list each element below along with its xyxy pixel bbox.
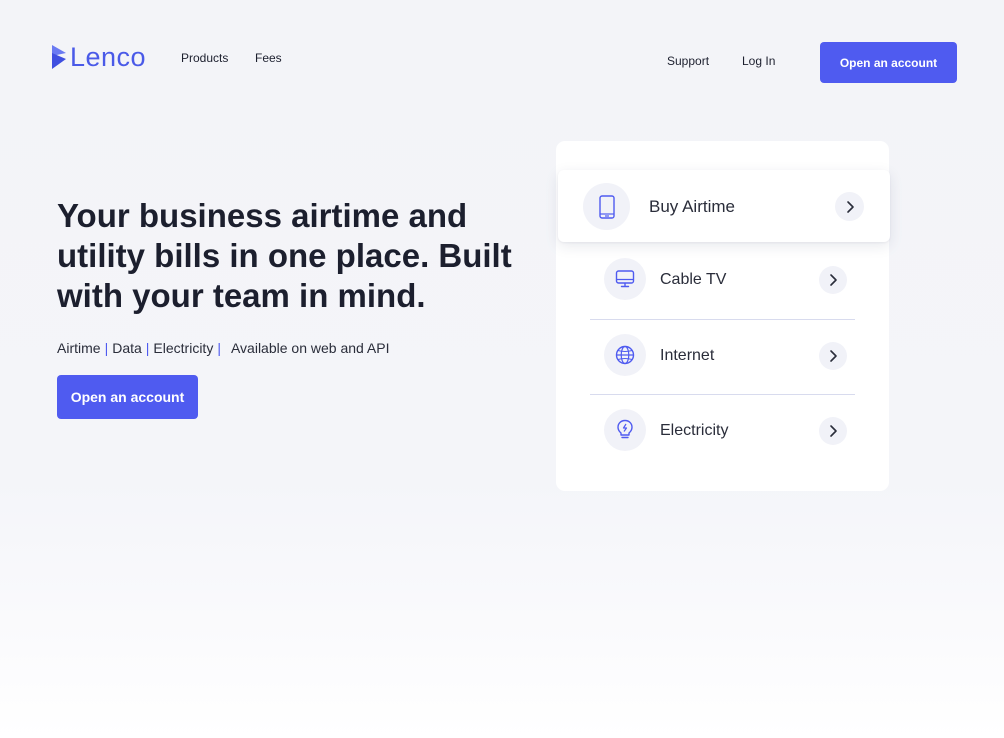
- phone-icon-wrapper: [583, 183, 630, 230]
- nav-fees-link[interactable]: Fees: [255, 51, 282, 65]
- service-label: Internet: [660, 347, 715, 364]
- service-item-buy-airtime[interactable]: Buy Airtime: [558, 170, 890, 242]
- feature-separator: |: [145, 340, 150, 356]
- availability-text: Available on web and API: [230, 340, 390, 356]
- service-item-cable-tv[interactable]: Cable TV: [590, 251, 855, 309]
- nav-products-link[interactable]: Products: [181, 51, 228, 65]
- monitor-icon: [615, 270, 635, 288]
- chevron-right-icon[interactable]: [819, 342, 847, 370]
- nav-support-link[interactable]: Support: [667, 54, 709, 68]
- hero-title: Your business airtime and utility bills …: [57, 197, 512, 314]
- feature-separator: |: [217, 340, 221, 356]
- feature-data: Data: [112, 340, 142, 356]
- service-item-electricity[interactable]: Electricity: [590, 401, 855, 459]
- chevron-right-icon[interactable]: [819, 417, 847, 445]
- lightbulb-icon-wrapper: [604, 409, 646, 451]
- divider: [590, 394, 855, 395]
- open-account-header-button[interactable]: Open an account: [820, 42, 957, 83]
- feature-separator: |: [104, 340, 109, 356]
- brand-name: Lenco: [70, 42, 147, 72]
- brand-logo[interactable]: Lenco: [52, 43, 146, 71]
- feature-electricity: Electricity: [153, 340, 214, 356]
- logo-mark-icon: [52, 45, 66, 69]
- globe-icon: [615, 345, 635, 365]
- service-label: Electricity: [660, 422, 729, 439]
- open-account-hero-button[interactable]: Open an account: [57, 375, 198, 419]
- chevron-right-icon[interactable]: [819, 266, 847, 294]
- service-label: Buy Airtime: [649, 197, 735, 216]
- hero-features: Airtime | Data | Electricity | Available on we…: [57, 340, 390, 356]
- nav-login-link[interactable]: Log In: [742, 54, 775, 68]
- service-label: Cable TV: [660, 271, 727, 288]
- feature-airtime: Airtime: [57, 340, 101, 356]
- divider: [590, 319, 855, 320]
- service-item-internet[interactable]: Internet: [590, 326, 855, 384]
- monitor-icon-wrapper: [604, 258, 646, 300]
- phone-icon: [598, 194, 615, 219]
- chevron-right-icon[interactable]: [835, 192, 864, 221]
- globe-icon-wrapper: [604, 334, 646, 376]
- lightbulb-icon: [617, 419, 633, 439]
